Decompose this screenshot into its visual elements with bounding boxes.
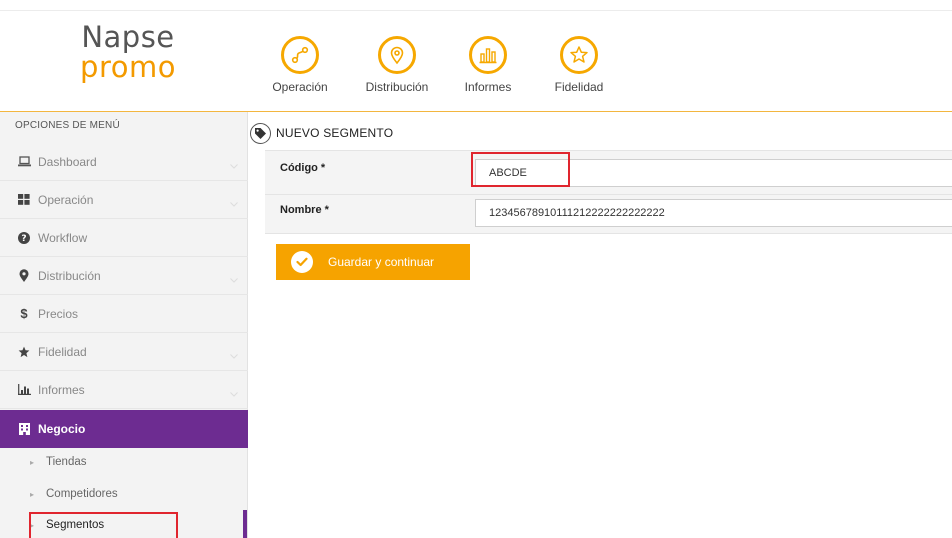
sidebar-item-dashboard[interactable]: Dashboard — [0, 143, 248, 181]
sidebar-item-label: Negocio — [38, 422, 86, 436]
chevron-down-icon — [230, 194, 238, 212]
sidebar-title: OPCIONES DE MENÚ — [15, 120, 120, 131]
sidebar-subitem-competidores[interactable]: ▸ Competidores — [0, 478, 248, 510]
sidebar-item-informes[interactable]: Informes — [0, 371, 248, 409]
page-title-text: NUEVO SEGMENTO — [276, 126, 394, 140]
topnav-label: Informes — [464, 80, 512, 94]
chevron-down-icon — [230, 346, 238, 364]
star-icon — [17, 346, 31, 358]
sidebar-item-label: Dashboard — [38, 154, 97, 169]
map-marker-icon — [17, 269, 31, 282]
row-divider — [265, 150, 952, 151]
page-title: NUEVO SEGMENTO — [250, 122, 393, 144]
sidebar-item-label: Informes — [38, 382, 85, 397]
save-button-label: Guardar y continuar — [328, 255, 435, 269]
laptop-icon — [17, 156, 31, 167]
sidebar-item-label: Precios — [38, 306, 79, 321]
topnav-label: Operación — [272, 80, 328, 94]
sidebar-item-label: Fidelidad — [38, 344, 87, 359]
topnav-informes[interactable]: Informes — [443, 36, 533, 94]
check-icon — [291, 251, 313, 273]
save-and-continue-button[interactable]: Guardar y continuar — [276, 244, 470, 280]
app-header: Napse promo Operación Distribución Infor… — [0, 0, 952, 112]
active-item-indicator — [243, 510, 247, 538]
sidebar-item-fidelidad[interactable]: Fidelidad — [0, 333, 248, 371]
logo-text-promo: promo — [80, 50, 176, 84]
bar-chart-icon — [469, 36, 507, 74]
location-pin-icon — [378, 36, 416, 74]
topnav-operacion[interactable]: Operación — [255, 36, 345, 94]
topnav-fidelidad[interactable]: Fidelidad — [534, 36, 624, 94]
bar-chart-icon — [17, 384, 31, 395]
sidebar-item-label: Distribución — [38, 268, 101, 283]
sidebar-item-label: Workflow — [38, 230, 88, 245]
sidebar-item-label: Operación — [38, 192, 94, 207]
question-icon: ? — [17, 231, 31, 244]
sidebar-item-distribucion[interactable]: Distribución — [0, 257, 248, 295]
topnav-label: Distribución — [365, 80, 429, 94]
building-icon — [17, 423, 31, 435]
highlight-box-codigo — [471, 152, 570, 187]
codigo-label: Código * — [280, 162, 326, 174]
sidebar-item-workflow[interactable]: ? Workflow — [0, 219, 248, 257]
chevron-right-icon: ▸ — [30, 457, 35, 467]
sidebar-subitem-label: Tiendas — [46, 456, 87, 468]
sidebar-item-operacion[interactable]: Operación — [0, 181, 248, 219]
form-row-codigo: Código * — [265, 150, 952, 194]
form-row-nombre: Nombre * — [265, 194, 952, 234]
napse-promo-logo[interactable]: Napse promo — [68, 22, 188, 82]
tag-icon — [250, 122, 271, 144]
logo-text-napse: Napse — [81, 20, 175, 54]
nombre-input[interactable] — [475, 199, 952, 227]
chevron-down-icon — [230, 384, 238, 402]
header-top-divider — [0, 10, 952, 11]
chevron-down-icon — [230, 270, 238, 288]
sidebar-subitem-label: Competidores — [46, 488, 118, 500]
row-divider — [265, 233, 952, 234]
dollar-icon: $ — [20, 306, 28, 321]
sidebar-item-negocio[interactable]: Negocio — [0, 410, 248, 448]
svg-text:?: ? — [21, 234, 26, 244]
row-divider — [265, 194, 952, 195]
route-icon — [281, 36, 319, 74]
chevron-down-icon — [230, 156, 238, 174]
topnav-distribucion[interactable]: Distribución — [352, 36, 442, 94]
highlight-box-segmentos — [29, 512, 178, 538]
topnav-label: Fidelidad — [554, 80, 604, 94]
sidebar-item-precios[interactable]: $ Precios — [0, 295, 248, 333]
star-icon — [560, 36, 598, 74]
grid-icon — [17, 194, 31, 205]
sidebar-subitem-tiendas[interactable]: ▸ Tiendas — [0, 446, 248, 478]
chevron-right-icon: ▸ — [30, 489, 35, 499]
nombre-label: Nombre * — [280, 204, 329, 216]
